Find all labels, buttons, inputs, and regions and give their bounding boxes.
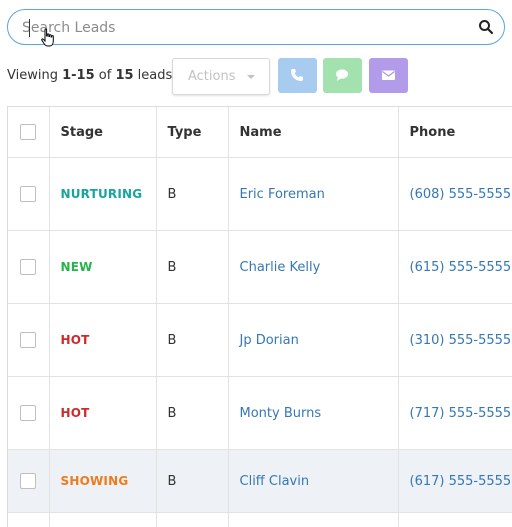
stage-badge: HOT	[61, 406, 90, 420]
lead-phone-link[interactable]: (615) 555-5555 (	[410, 260, 512, 275]
speech-bubble-icon	[335, 68, 349, 82]
viewing-count: Viewing 1-15 of 15 leads	[7, 68, 172, 83]
lead-name-link[interactable]: Jp Dorian	[240, 333, 299, 348]
lead-phone-link[interactable]: (717) 555-5555 (	[410, 406, 512, 421]
column-header-type[interactable]: Type	[156, 107, 228, 158]
select-all-checkbox[interactable]	[20, 124, 36, 140]
actions-dropdown[interactable]: Actions	[172, 58, 270, 95]
search-icon[interactable]	[478, 19, 494, 35]
stage-badge: HOT	[61, 333, 90, 347]
row-checkbox[interactable]	[20, 473, 36, 489]
text-caret	[29, 19, 30, 37]
lead-name-link[interactable]: Cliff Clavin	[240, 474, 310, 489]
row-checkbox[interactable]	[20, 259, 36, 275]
chevron-down-icon	[247, 75, 255, 79]
stage-badge: NEW	[61, 260, 93, 274]
row-checkbox[interactable]	[20, 186, 36, 202]
actions-label: Actions	[188, 69, 236, 84]
row-checkbox[interactable]	[20, 405, 36, 421]
table-row-hovered[interactable]: SHOWING B Cliff Clavin (617) 555-5555 (	[8, 450, 512, 513]
lead-type: B	[156, 377, 228, 450]
lead-type: B	[156, 450, 228, 513]
row-checkbox[interactable]	[20, 332, 36, 348]
column-header-phone[interactable]: Phone	[398, 107, 512, 158]
email-button[interactable]	[369, 58, 408, 93]
envelope-icon	[381, 68, 396, 82]
lead-phone-link[interactable]: (617) 555-5555 (	[410, 474, 512, 489]
lead-name-link[interactable]: Eric Foreman	[240, 187, 325, 202]
toolbar: Viewing 1-15 of 15 leads Actions	[7, 58, 512, 96]
column-header-stage[interactable]: Stage	[49, 107, 156, 158]
stage-badge: SHOWING	[61, 474, 129, 488]
hand-pointer-icon	[40, 28, 56, 48]
phone-icon	[290, 68, 304, 82]
table-header-row: Stage Type Name Phone	[8, 107, 512, 158]
search-box[interactable]	[7, 9, 505, 45]
lead-phone-link[interactable]: (310) 555-5555 (	[410, 333, 512, 348]
lead-type: B	[156, 231, 228, 304]
text-message-button[interactable]	[323, 58, 362, 93]
call-button[interactable]	[278, 58, 317, 93]
column-header-name[interactable]: Name	[228, 107, 398, 158]
select-all-cell	[8, 107, 49, 158]
lead-phone-link[interactable]: (608) 555-5555 (	[410, 187, 512, 202]
lead-name-link[interactable]: Charlie Kelly	[240, 260, 321, 275]
stage-badge: NURTURING	[61, 187, 143, 201]
table-row[interactable]: HOT B Jp Dorian (310) 555-5555 (	[8, 304, 512, 377]
lead-name-link[interactable]: Monty Burns	[240, 406, 322, 421]
table-row-partial	[8, 513, 512, 527]
leads-table: Stage Type Name Phone NURTURING B Eric F…	[7, 106, 512, 527]
table-row[interactable]: HOT B Monty Burns (717) 555-5555 (	[8, 377, 512, 450]
table-row[interactable]: NURTURING B Eric Foreman (608) 555-5555 …	[8, 158, 512, 231]
lead-type: B	[156, 304, 228, 377]
lead-type: B	[156, 158, 228, 231]
table-row[interactable]: NEW B Charlie Kelly (615) 555-5555 (	[8, 231, 512, 304]
search-input[interactable]	[22, 18, 462, 38]
